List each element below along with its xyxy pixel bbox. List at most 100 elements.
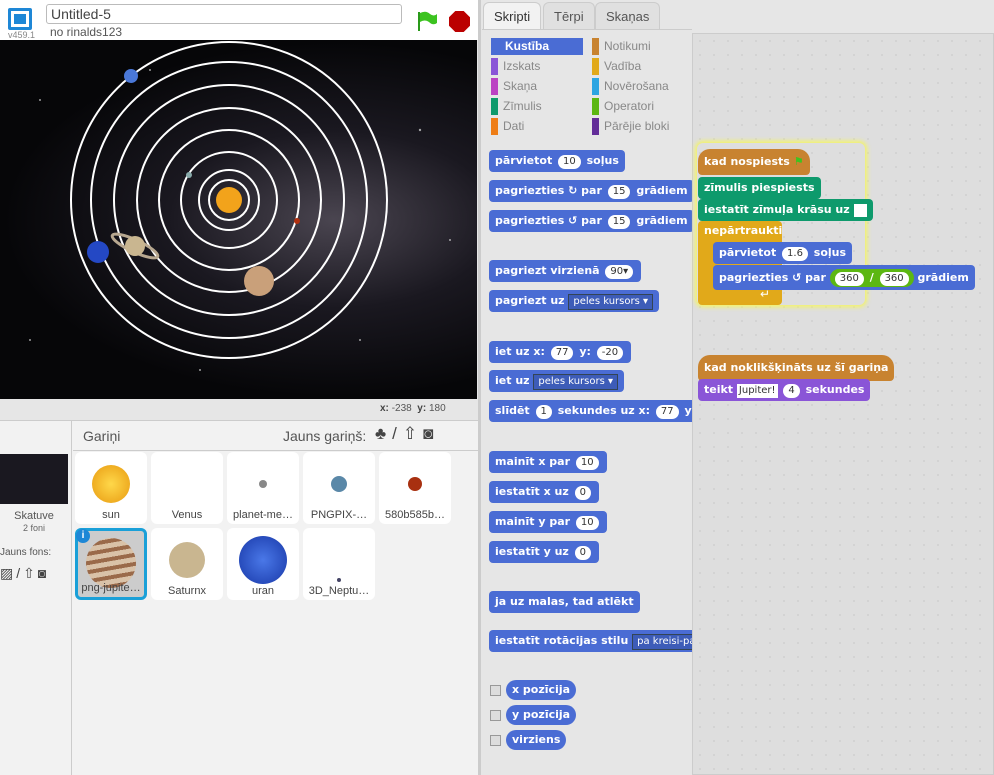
point-towards-block[interactable]: pagriezt uz peles kursors ▾ — [489, 290, 660, 312]
sprite-name: Venus — [171, 509, 203, 521]
tab-costumes[interactable]: Tērpi — [543, 2, 595, 29]
version-label: v459.1 — [8, 30, 36, 40]
color-swatch[interactable] — [853, 203, 867, 217]
sprite-tile[interactable]: 580b585b… — [379, 452, 451, 524]
category-motion[interactable]: Kustība — [491, 38, 583, 55]
turn-left-block[interactable]: pagriezties ↺ par 15 grādiem — [489, 210, 694, 232]
sprite-thumb — [86, 538, 136, 588]
rotate-cw-icon: ↻ — [568, 184, 578, 197]
stage-canvas[interactable] — [0, 40, 477, 399]
when-sprite-clicked-hat[interactable]: kad noklikšķināts uz šī gariņa — [698, 355, 895, 381]
point-direction-block[interactable]: pagriezt virzienā 90▾ — [489, 260, 642, 282]
stage-label: Skatuve — [14, 510, 54, 522]
category-data[interactable]: Dati — [491, 118, 583, 135]
when-flag-clicked-hat[interactable]: kad nospiests ⚑ — [698, 149, 810, 175]
category-looks[interactable]: Izskats — [491, 58, 583, 75]
sprite-tile[interactable]: PNGPIX-… — [303, 452, 375, 524]
bounce-block[interactable]: ja uz malas, tad atlēkt — [489, 591, 640, 613]
camera-icon[interactable]: ◙ — [38, 565, 49, 581]
saturn-sprite — [125, 236, 145, 256]
category-sensing[interactable]: Novērošana — [592, 78, 684, 95]
image-icon[interactable]: ▨ — [0, 565, 16, 581]
mouse-x: -238 — [391, 403, 412, 414]
stage-thumbnail-column: Skatuve 2 foni Jauns fons: ▨/⇧◙ — [0, 420, 72, 775]
info-icon[interactable]: i — [76, 529, 90, 543]
x-position-reporter[interactable]: x pozīcija — [506, 680, 577, 700]
change-x-block[interactable]: mainīt x par 10 — [489, 451, 607, 473]
rotate-ccw-icon: ↺ — [792, 271, 802, 284]
say-for-secs-block[interactable]: teikt Jupiter! 4 sekundes — [698, 379, 871, 401]
sprite-thumb — [331, 476, 347, 492]
sprite-name: planet-me… — [233, 509, 293, 521]
sprite-name: 3D_Neptu… — [308, 585, 370, 597]
set-pen-color-block[interactable]: iestatīt zīmuļa krāsu uz — [698, 199, 873, 221]
sprite-thumb — [259, 480, 267, 488]
y-position-reporter[interactable]: y pozīcija — [506, 705, 577, 725]
direction-checkbox[interactable] — [490, 735, 501, 746]
mouse-y: 180 — [428, 403, 446, 414]
forever-label: nepārtraukti — [704, 224, 783, 237]
tab-sounds[interactable]: Skaņas — [595, 2, 661, 29]
pen-down-block[interactable]: zīmulis piespiests — [698, 177, 821, 199]
go-to-block[interactable]: iet uz peles kursors ▾ — [489, 370, 625, 392]
move-steps-block[interactable]: pārvietot 10 soļus — [489, 150, 625, 172]
backdrop-count: 2 foni — [22, 523, 46, 533]
x-position-checkbox[interactable] — [490, 685, 501, 696]
sprite-tile[interactable]: 3D_Neptu… — [303, 528, 375, 600]
set-y-block[interactable]: iestatīt y uz 0 — [489, 541, 600, 563]
sprite-name: png-jupite… — [81, 582, 141, 594]
stage-scene — [29, 41, 451, 371]
green-flag-icon: ⚑ — [793, 155, 804, 168]
upload-icon[interactable]: ⇧ — [23, 565, 38, 581]
new-sprite-label: Jauns gariņš: — [283, 428, 367, 444]
sprite-name: Saturnx — [168, 585, 206, 597]
sprite-name: 580b585b… — [385, 509, 445, 521]
fullscreen-icon[interactable] — [8, 8, 32, 30]
category-pen[interactable]: Zīmulis — [491, 98, 583, 115]
category-operators[interactable]: Operatori — [592, 98, 684, 115]
sprite-name: PNGPIX-… — [310, 509, 368, 521]
move-steps-block[interactable]: pārvietot 1.6 soļus — [713, 242, 853, 264]
category-more-blocks[interactable]: Pārējie bloki — [592, 118, 684, 135]
camera-icon[interactable]: ◙ — [423, 424, 439, 443]
jupiter-sprite — [244, 266, 274, 296]
mouse-coordinates: x: -238 y: 180 — [380, 403, 446, 414]
y-label: y: — [417, 403, 427, 414]
stage-thumbnail[interactable] — [0, 454, 68, 504]
sprite-thumb — [337, 578, 341, 582]
category-events[interactable]: Notikumi — [592, 38, 684, 55]
x-label: x: — [380, 403, 389, 414]
turn-right-block[interactable]: pagriezties ↻ par 15 grādiem — [489, 180, 694, 202]
y-position-checkbox[interactable] — [490, 710, 501, 721]
upload-icon[interactable]: ⇧ — [403, 424, 423, 443]
turn-left-block[interactable]: pagriezties ↺ par 360 / 360 grādiem — [713, 265, 975, 290]
direction-reporter[interactable]: virziens — [506, 730, 567, 750]
change-y-block[interactable]: mainīt y par 10 — [489, 511, 607, 533]
go-to-xy-block[interactable]: iet uz x: 77 y: -20 — [489, 341, 632, 363]
category-control[interactable]: Vadība — [592, 58, 684, 75]
mars-sprite — [294, 218, 300, 224]
rotate-ccw-icon: ↺ — [568, 214, 578, 227]
new-backdrop-label: Jauns fons: — [0, 547, 52, 558]
new-backdrop-icons: ▨/⇧◙ — [0, 565, 49, 582]
sprite-tile[interactable]: sun — [75, 452, 147, 524]
sun-sprite — [216, 187, 242, 213]
project-title-input[interactable] — [46, 4, 402, 24]
new-sprite-icons: ♣/⇧◙ — [375, 424, 439, 444]
sprite-thumb — [169, 542, 205, 578]
sprite-tile[interactable]: Venus — [151, 452, 223, 524]
glide-block[interactable]: slīdēt 1 sekundes uz x: 77 y: -2 — [489, 400, 692, 422]
sprite-tile[interactable]: uran — [227, 528, 299, 600]
green-flag-icon[interactable] — [416, 10, 438, 32]
tab-scripts[interactable]: Skripti — [483, 2, 542, 30]
sprite-tile-selected[interactable]: i png-jupite… — [75, 528, 147, 600]
sprite-name: uran — [251, 585, 275, 597]
category-sound[interactable]: Skaņa — [491, 78, 583, 95]
sprite-tile[interactable]: planet-me… — [227, 452, 299, 524]
set-x-block[interactable]: iestatīt x uz 0 — [489, 481, 599, 503]
sprite-library-icon[interactable]: ♣ — [375, 424, 392, 443]
sprite-tile[interactable]: Saturnx — [151, 528, 223, 600]
divide-operator[interactable]: 360 / 360 — [829, 269, 914, 287]
paint-icon[interactable]: / — [392, 424, 403, 443]
rotation-style-block[interactable]: iestatīt rotācijas stilu pa kreisi-pa la — [489, 630, 692, 652]
